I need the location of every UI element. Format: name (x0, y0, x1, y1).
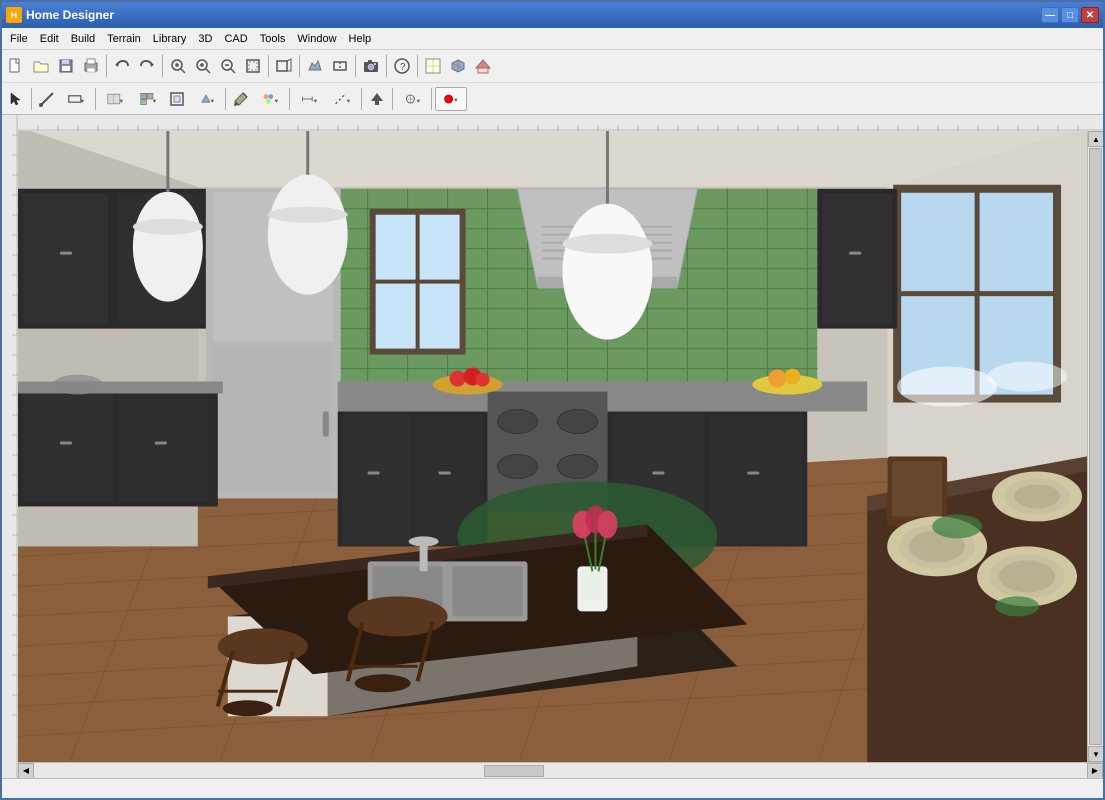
cabinet-tool-button[interactable]: ▾ (99, 87, 131, 111)
library-item-button[interactable]: ▾ (132, 87, 164, 111)
redo-button[interactable] (135, 54, 159, 78)
save-button[interactable] (54, 54, 78, 78)
scroll-thumb-vertical[interactable] (1089, 148, 1102, 745)
elevation-button[interactable] (303, 54, 327, 78)
title-bar: H Home Designer — □ ✕ (2, 2, 1103, 28)
menu-file[interactable]: File (4, 31, 34, 47)
vertical-scrollbar[interactable]: ▲ ▼ (1087, 131, 1103, 762)
vertical-ruler (2, 115, 18, 778)
menu-3d[interactable]: 3D (192, 31, 218, 47)
svg-text:▾: ▾ (314, 98, 317, 105)
toolbar-row-2: ▾ ▾ ▾ (2, 82, 1103, 114)
main-content-area: ▲ ▼ ◀ ▶ (2, 115, 1103, 778)
svg-text:?: ? (400, 62, 406, 73)
menu-tools[interactable]: Tools (254, 31, 292, 47)
up-arrow-button[interactable] (365, 87, 389, 111)
app-icon: H (6, 7, 22, 23)
minimize-button[interactable]: — (1041, 7, 1059, 23)
maximize-button[interactable]: □ (1061, 7, 1079, 23)
horizontal-scrollbar[interactable]: ◀ ▶ (18, 762, 1103, 778)
svg-text:▾: ▾ (211, 98, 214, 105)
horizontal-ruler (18, 115, 1103, 131)
floor-plan-button[interactable] (421, 54, 445, 78)
zoom-region-button[interactable] (272, 54, 296, 78)
window-title: Home Designer (26, 8, 1041, 22)
canvas-container: ▲ ▼ ◀ ▶ (18, 115, 1103, 778)
menu-build[interactable]: Build (65, 31, 101, 47)
scroll-left-arrow[interactable]: ◀ (18, 763, 34, 779)
menu-edit[interactable]: Edit (34, 31, 65, 47)
zoom-in-button[interactable] (166, 54, 190, 78)
scroll-up-arrow[interactable]: ▲ (1088, 131, 1103, 147)
svg-text:▾: ▾ (120, 98, 123, 105)
undo-button[interactable] (110, 54, 134, 78)
zoom-in-2-button[interactable]: + (191, 54, 215, 78)
section-button[interactable] (328, 54, 352, 78)
main-window: H Home Designer — □ ✕ File Edit Build Te… (0, 0, 1105, 800)
svg-text:+: + (199, 63, 202, 69)
menu-cad[interactable]: CAD (218, 31, 253, 47)
roof-button[interactable] (471, 54, 495, 78)
svg-text:▾: ▾ (417, 98, 420, 105)
3d-view-button[interactable] (446, 54, 470, 78)
object-button[interactable]: ▾ (190, 87, 222, 111)
wall-tool-button[interactable]: ▾ (60, 87, 92, 111)
menu-bar: File Edit Build Terrain Library 3D CAD T… (2, 28, 1103, 50)
draw-line-button[interactable] (35, 87, 59, 111)
zoom-out-button[interactable] (216, 54, 240, 78)
menu-window[interactable]: Window (291, 31, 342, 47)
texture-tool-button[interactable]: ▾ (254, 87, 286, 111)
scroll-down-arrow[interactable]: ▼ (1088, 746, 1103, 762)
menu-help[interactable]: Help (343, 31, 378, 47)
scroll-thumb-horizontal[interactable] (484, 765, 544, 777)
camera-button[interactable] (359, 54, 383, 78)
toolbar-row-1: + (2, 50, 1103, 82)
help-btn[interactable]: ? (390, 54, 414, 78)
svg-text:▾: ▾ (81, 98, 84, 105)
status-bar (2, 778, 1103, 798)
svg-text:▾: ▾ (454, 97, 457, 104)
scroll-right-arrow[interactable]: ▶ (1087, 763, 1103, 779)
dimension-button[interactable]: ▾ (293, 87, 325, 111)
svg-text:▾: ▾ (275, 98, 278, 105)
scroll-track-horizontal[interactable] (34, 764, 1087, 778)
new-button[interactable] (4, 54, 28, 78)
3d-canvas[interactable] (18, 131, 1087, 762)
transform-button[interactable]: ▾ (396, 87, 428, 111)
open-button[interactable] (29, 54, 53, 78)
room-button[interactable] (165, 87, 189, 111)
record-button[interactable]: ▾ (435, 87, 467, 111)
elevation-line-button[interactable]: ▾ (326, 87, 358, 111)
toolbar-container: + (2, 50, 1103, 115)
svg-text:▾: ▾ (347, 98, 350, 105)
svg-text:▾: ▾ (153, 98, 156, 105)
menu-library[interactable]: Library (147, 31, 193, 47)
select-tool-button[interactable] (4, 87, 28, 111)
paint-tool-button[interactable] (229, 87, 253, 111)
print-button[interactable] (79, 54, 103, 78)
fit-window-button[interactable] (241, 54, 265, 78)
menu-terrain[interactable]: Terrain (101, 31, 147, 47)
window-controls: — □ ✕ (1041, 7, 1099, 23)
close-button[interactable]: ✕ (1081, 7, 1099, 23)
